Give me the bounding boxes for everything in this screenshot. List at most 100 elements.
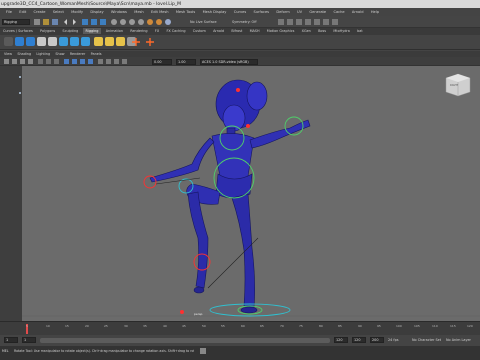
menu-mesh-tools[interactable]: Mesh Tools: [176, 10, 195, 14]
time-slider[interactable]: [0, 321, 480, 335]
mel-label[interactable]: MEL: [2, 349, 9, 353]
panel-menu-shading[interactable]: Shading: [17, 52, 31, 56]
fps-label[interactable]: 24 fps: [388, 338, 399, 342]
tab-mash[interactable]: MASH: [247, 28, 263, 34]
tab-polygons[interactable]: Polygons: [37, 28, 58, 34]
tab-motion-graphics[interactable]: Motion Graphics: [264, 28, 298, 34]
tab-custom[interactable]: Custom: [190, 28, 209, 34]
menu-curves[interactable]: Curves: [234, 10, 246, 14]
cluster-icon[interactable]: [59, 37, 68, 46]
panel-tool-icons: [4, 59, 127, 64]
tab-arnold[interactable]: Arnold: [210, 28, 227, 34]
lattice-icon[interactable]: [70, 37, 79, 46]
constraint-point-icon[interactable]: [116, 37, 125, 46]
color-space-dropdown[interactable]: ACES 1.0 SDR-video (sRGB): [200, 58, 258, 65]
create-joints-icon[interactable]: [15, 37, 24, 46]
status-line: Rigging No Live Surface Symmetry: Off: [0, 16, 480, 28]
menu-set-dropdown[interactable]: Rigging: [2, 19, 30, 25]
tab-bat[interactable]: bat: [354, 28, 366, 34]
menu-windows[interactable]: Windows: [111, 10, 127, 14]
script-editor-icon[interactable]: [200, 348, 206, 354]
panel-menu-lighting[interactable]: Lighting: [36, 52, 50, 56]
gamma-field[interactable]: 1.00: [176, 58, 196, 65]
bookmark-icon: [20, 59, 25, 64]
head-pivot: [236, 88, 240, 92]
tab-rigging[interactable]: Rigging: [82, 28, 102, 34]
menu-surfaces[interactable]: Surfaces: [253, 10, 269, 14]
menu-generate[interactable]: Generate: [309, 10, 326, 14]
viewport-panel[interactable]: RIGHT persp: [22, 66, 480, 321]
timeline-tick: 100: [396, 324, 402, 328]
timeline-tick: 85: [338, 324, 342, 328]
open-scene-icon: [43, 19, 49, 25]
blend-shape-icon[interactable]: [81, 37, 90, 46]
toolbar-right-icons: [278, 19, 338, 25]
menu-arnold[interactable]: Arnold: [352, 10, 364, 14]
timeline-tick: 20: [85, 324, 89, 328]
foot-pivot: [180, 310, 184, 314]
shelf-arrows: [132, 38, 154, 46]
paint-weights-icon[interactable]: [48, 37, 57, 46]
menu-deform[interactable]: Deform: [276, 10, 289, 14]
menu-cache[interactable]: Cache: [333, 10, 344, 14]
help-line: MEL Rotate Tool: Use manipulator to rota…: [0, 346, 480, 360]
menu-create[interactable]: Create: [34, 10, 46, 14]
menu-modify[interactable]: Modify: [71, 10, 83, 14]
tab-sculpting[interactable]: Sculpting: [59, 28, 81, 34]
menu-display[interactable]: Display: [90, 10, 103, 14]
tab-animation[interactable]: Animation: [103, 28, 126, 34]
ik-handle-icon[interactable]: [26, 37, 35, 46]
menu-help[interactable]: Help: [371, 10, 379, 14]
menu-edit[interactable]: Edit: [19, 10, 26, 14]
status-icons: [34, 19, 171, 25]
input-line-icon: [278, 19, 284, 25]
tab-rendering[interactable]: Rendering: [127, 28, 150, 34]
character-set-dropdown[interactable]: No Character Set: [412, 338, 441, 342]
timeline-tick: 45: [182, 324, 186, 328]
bind-skin-icon[interactable]: [37, 37, 46, 46]
character-viewport-scene: [22, 73, 480, 317]
panel-menu-view[interactable]: View: [4, 52, 12, 56]
locator-icon[interactable]: [94, 37, 103, 46]
tab-xgen[interactable]: XGen: [299, 28, 314, 34]
toolbox-handle-2[interactable]: [19, 92, 21, 94]
playback-end-field[interactable]: 120: [334, 337, 348, 343]
symmetry-label[interactable]: Symmetry: Off: [232, 20, 257, 24]
tab-bifrost[interactable]: Bifrost: [228, 28, 245, 34]
timeline-tick: 70: [280, 324, 284, 328]
anim-layer-dropdown[interactable]: No Anim Layer: [446, 338, 471, 342]
character-mesh: [149, 79, 311, 314]
tab-curves-surfaces[interactable]: Curves / Surfaces: [0, 28, 36, 34]
panel-toolbar: 0.00 1.00 ACES 1.0 SDR-video (sRGB): [0, 57, 480, 66]
menu-mesh-display[interactable]: Mesh Display: [203, 10, 227, 14]
animation-end-field[interactable]: 200: [370, 337, 384, 343]
tab-boss[interactable]: Boss: [315, 28, 329, 34]
textured-icon: [80, 59, 85, 64]
panel-menu-show[interactable]: Show: [55, 52, 64, 56]
timeline-tick: 95: [377, 324, 381, 328]
menu-select[interactable]: Select: [53, 10, 64, 14]
exposure-field[interactable]: 0.00: [152, 58, 172, 65]
menu-uv[interactable]: UV: [297, 10, 302, 14]
toolbox-handle[interactable]: [19, 76, 21, 78]
timeline-tick: 90: [358, 324, 362, 328]
menu-file[interactable]: File: [6, 10, 12, 14]
start-time-field[interactable]: 1: [4, 337, 18, 343]
live-surface-label[interactable]: No Live Surface: [190, 20, 217, 24]
view-cube-label[interactable]: RIGHT: [450, 84, 458, 87]
menu-mesh[interactable]: Mesh: [134, 10, 143, 14]
playback-start-field[interactable]: 1: [22, 337, 36, 343]
panel-menu-panels[interactable]: Panels: [91, 52, 102, 56]
shelf-tabs: Curves / Surfaces Polygons Sculpting Rig…: [0, 28, 480, 35]
panel-menu-renderer[interactable]: Renderer: [70, 52, 85, 56]
end-time-field[interactable]: 120: [352, 337, 366, 343]
tab-fx[interactable]: FX: [152, 28, 162, 34]
constraint-parent-icon[interactable]: [105, 37, 114, 46]
range-slider-bar[interactable]: [40, 338, 330, 343]
shelf-menu-icon[interactable]: [4, 37, 13, 46]
move-pivot-icon: [132, 38, 140, 46]
menu-edit-mesh[interactable]: Edit Mesh: [151, 10, 169, 14]
tab-fx-caching[interactable]: FX Caching: [163, 28, 188, 34]
tab-mtohydra[interactable]: MtoHydra: [330, 28, 353, 34]
timeline-tick: 10: [46, 324, 50, 328]
